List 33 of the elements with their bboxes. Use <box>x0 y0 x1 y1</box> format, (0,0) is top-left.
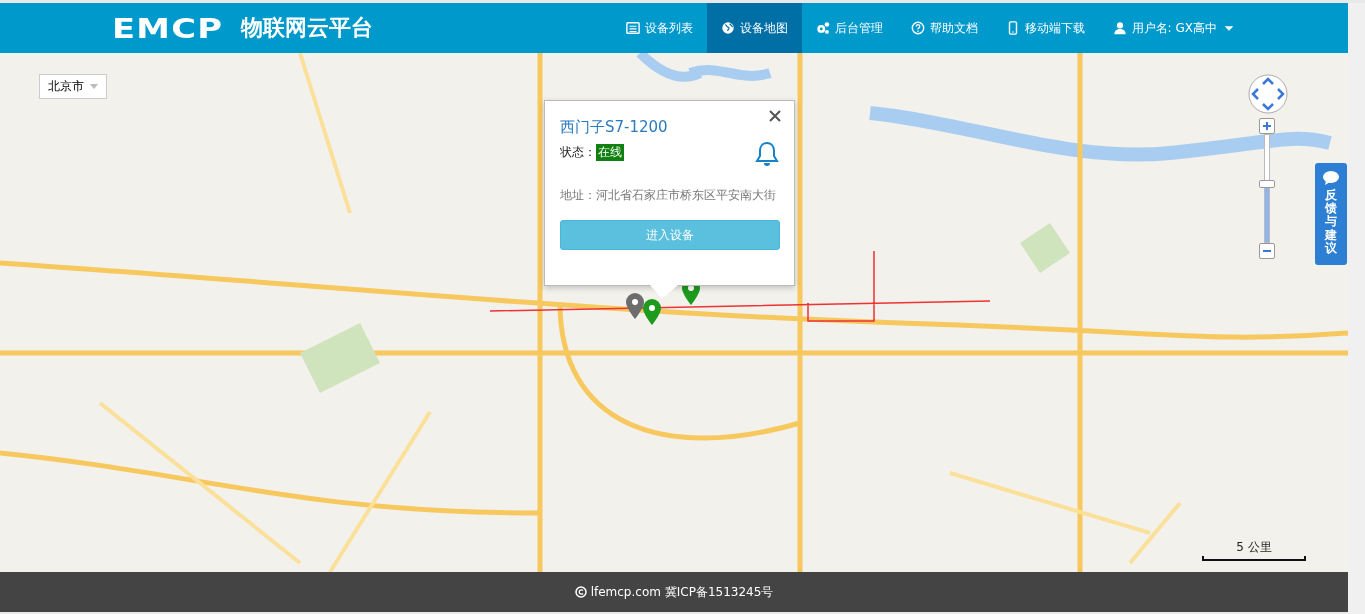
list-icon <box>625 21 640 35</box>
logo: EMCP <box>112 12 224 44</box>
scrollbar-track[interactable] <box>1348 3 1365 614</box>
app-title: 物联网云平台 <box>240 14 373 42</box>
nav-tab[interactable]: 设备列表 <box>611 3 707 53</box>
status-label: 状态： <box>560 144 596 161</box>
nav-tab[interactable]: 后台管理 <box>801 3 897 53</box>
globe-icon <box>720 21 735 35</box>
user-icon <box>1112 21 1127 35</box>
scale-label: 5 公里 <box>1236 539 1272 556</box>
device-title-link[interactable]: 西门子S7-1200 <box>560 118 668 137</box>
nav-tab[interactable]: 帮助文档 <box>896 3 992 53</box>
enter-device-button[interactable]: 进入设备 <box>560 220 780 250</box>
zoom-slider-thumb[interactable] <box>1259 180 1275 189</box>
address-text: 地址：河北省石家庄市桥东区平安南大街 <box>560 187 777 204</box>
nav-tab[interactable]: 设备地图 <box>706 3 802 53</box>
help-icon <box>910 21 925 35</box>
city-select[interactable]: 北京市 <box>39 74 107 99</box>
caret-icon <box>90 84 98 89</box>
speech-bubble-icon <box>1323 171 1339 185</box>
status-badge: 在线 <box>596 144 624 161</box>
plus-icon <box>1260 119 1274 133</box>
bell-icon <box>755 141 779 167</box>
feedback-tab[interactable]: 反馈与建议 <box>1315 163 1347 265</box>
zoom-in-button[interactable] <box>1259 118 1275 134</box>
close-icon[interactable] <box>768 109 782 123</box>
nav-tab[interactable]: 移动端下载 <box>991 3 1099 53</box>
user-menu[interactable]: 用户名: GX高中 <box>1098 3 1250 53</box>
zoom-out-button[interactable] <box>1259 243 1275 259</box>
gears-icon <box>815 21 830 35</box>
copyright-icon <box>574 586 587 598</box>
pan-control-icon[interactable] <box>1248 74 1288 114</box>
footer-text: lfemcp.com 冀ICP备1513245号 <box>590 583 774 601</box>
